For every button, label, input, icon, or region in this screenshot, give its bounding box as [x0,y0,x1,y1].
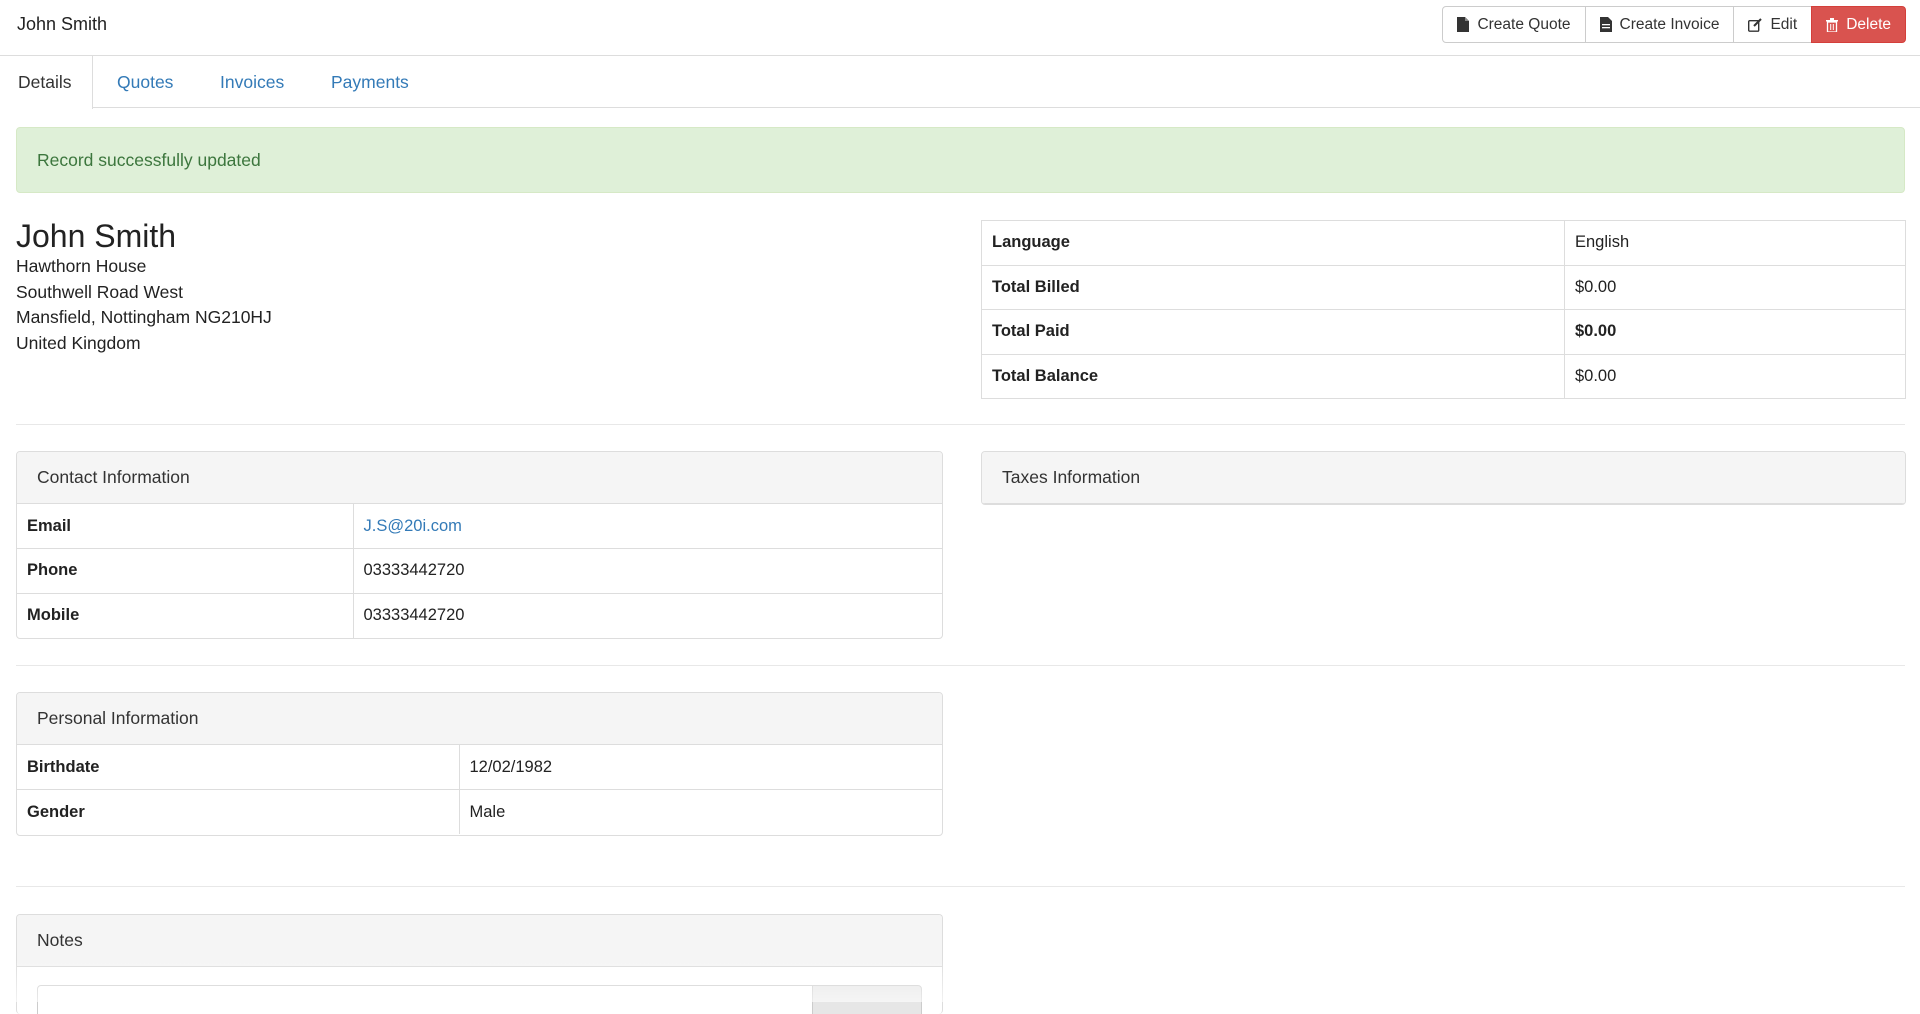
tab-quotes[interactable]: Quotes [117,56,173,108]
tab-invoices[interactable]: Invoices [220,56,284,108]
tab-bar: Details Quotes Invoices Payments [0,56,1920,109]
summary-label: Language [981,220,1565,266]
personal-table: Birthdate 12/02/1982 Gender Male [17,745,942,834]
contact-value: 03333442720 [352,592,942,638]
contact-value: J.S@20i.com [352,504,942,549]
top-bar: John Smith Create Quote Create Invoice E… [0,0,1920,56]
delete-label: Delete [1846,15,1891,33]
personal-information-panel: Personal Information Birthdate 12/02/198… [16,692,943,836]
contact-label: Phone [17,548,354,594]
notes-input[interactable] [37,985,813,1014]
summary-table: Language English Total Billed $0.00 Tota… [981,220,1906,399]
panel-heading: Contact Information [17,452,942,504]
divider [16,886,1905,887]
create-invoice-button[interactable]: Create Invoice [1584,6,1735,43]
contact-value: 03333442720 [352,548,942,594]
personal-value: 12/02/1982 [458,745,942,790]
tab-payments[interactable]: Payments [331,56,409,108]
summary-label: Total Paid [981,309,1565,355]
action-button-group: Create Quote Create Invoice Edit Delete [1442,6,1906,43]
panel-heading: Taxes Information [982,452,1905,504]
divider [16,424,1905,425]
address-line: Mansfield, Nottingham NG210HJ [16,307,272,328]
alert-message: Record successfully updated [37,149,261,170]
table-row: Language English [981,220,1906,266]
contact-information-panel: Contact Information Email J.S@20i.com Ph… [16,451,943,639]
table-row: Email J.S@20i.com [17,504,942,549]
panel-heading: Notes [17,915,942,967]
table-row: Gender Male [17,789,942,834]
address-line: United Kingdom [16,333,141,354]
contact-label: Email [17,504,354,549]
personal-label: Gender [17,789,460,834]
file-text-icon [1599,17,1612,32]
edit-button[interactable]: Edit [1733,6,1813,43]
page-title: John Smith [17,14,108,34]
file-icon [1457,17,1470,32]
panel-heading: Personal Information [17,693,942,745]
summary-label: Total Balance [981,353,1565,399]
table-row: Birthdate 12/02/1982 [17,745,942,790]
client-address: Hawthorn House Southwell Road West Mansf… [16,254,272,357]
delete-button[interactable]: Delete [1811,6,1906,43]
create-quote-button[interactable]: Create Quote [1442,6,1586,43]
add-note-button[interactable] [812,985,922,1014]
table-row: Mobile 03333442720 [17,592,942,638]
personal-label: Birthdate [17,745,460,790]
divider [16,665,1905,666]
contact-label: Mobile [17,592,354,638]
table-row: Total Paid $0.00 [981,309,1906,355]
summary-label: Total Billed [981,264,1565,310]
address-line: Southwell Road West [16,281,183,302]
trash-icon [1826,17,1839,32]
personal-value: Male [458,789,942,834]
create-invoice-label: Create Invoice [1619,15,1720,33]
summary-value: $0.00 [1564,309,1906,355]
edit-icon [1748,17,1763,32]
table-row: Phone 03333442720 [17,548,942,594]
edit-label: Edit [1770,15,1798,33]
client-name: John Smith [16,218,177,254]
summary-value: $0.00 [1564,264,1906,310]
table-row: Total Billed $0.00 [981,264,1906,310]
summary-value: English [1564,220,1906,266]
email-link[interactable]: J.S@20i.com [364,517,462,535]
tab-details[interactable]: Details [0,56,93,109]
table-row: Total Balance $0.00 [981,353,1906,399]
create-quote-label: Create Quote [1477,15,1571,33]
notes-panel: Notes [16,914,943,1014]
success-alert: Record successfully updated [16,127,1905,193]
address-line: Hawthorn House [16,256,147,276]
summary-value: $0.00 [1564,353,1906,399]
taxes-information-panel: Taxes Information [981,451,1906,505]
contact-table: Email J.S@20i.com Phone 03333442720 Mobi… [17,504,942,638]
